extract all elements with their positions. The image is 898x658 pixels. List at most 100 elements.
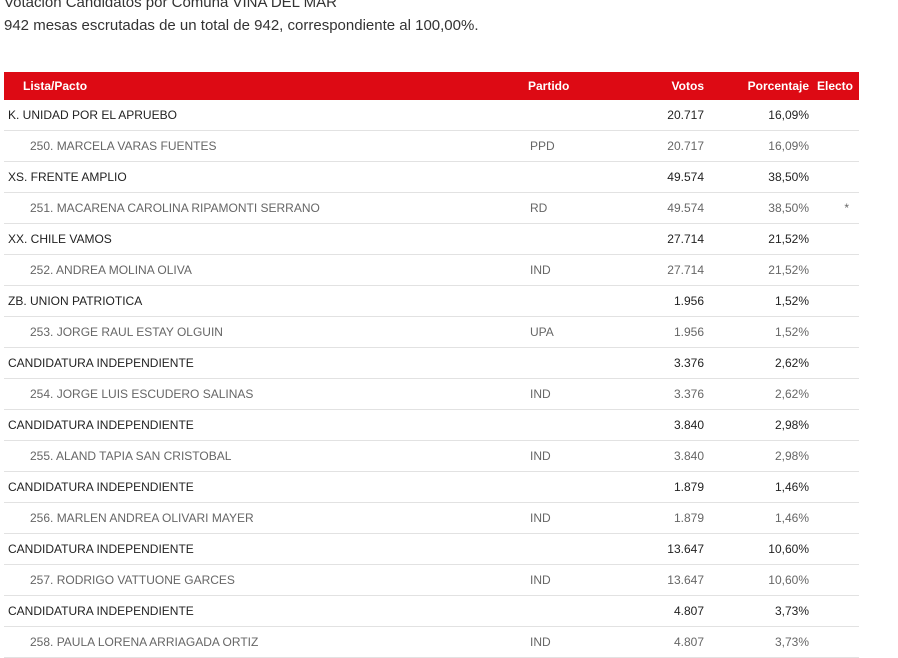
party-cell <box>528 223 608 255</box>
percentage-cell: 2,98% <box>704 440 809 472</box>
elected-cell <box>809 626 859 658</box>
party-cell <box>528 347 608 379</box>
candidate-row: 250. MARCELA VARAS FUENTES PPD 20.717 16,09… <box>4 130 859 162</box>
votes-cell: 49.574 <box>608 161 704 193</box>
elected-cell <box>809 316 859 348</box>
column-header-partido: Partido <box>528 72 608 100</box>
pacto-row: K. UNIDAD POR EL APRUEBO 20.717 16,09% <box>4 100 859 131</box>
page-subtitle: 942 mesas escrutadas de un total de 942,… <box>4 17 479 34</box>
votes-cell: 3.376 <box>608 378 704 410</box>
percentage-cell: 3,73% <box>704 626 809 658</box>
pacto-row: CANDIDATURA INDEPENDIENTE 3.840 2,98% <box>4 409 859 441</box>
party-cell <box>528 100 608 131</box>
candidate-name: 253. JORGE RAUL ESTAY OLGUIN <box>4 316 528 348</box>
pacto-row: ZB. UNION PATRIOTICA 1.956 1,52% <box>4 285 859 317</box>
party-cell <box>528 285 608 317</box>
votes-cell: 3.840 <box>608 409 704 441</box>
results-table: Lista/Pacto Partido Votos Porcentaje Ele… <box>4 72 859 658</box>
elected-cell <box>809 502 859 534</box>
votes-cell: 20.717 <box>608 100 704 131</box>
elected-cell <box>809 254 859 286</box>
column-header-votos: Votos <box>608 72 704 100</box>
percentage-cell: 2,62% <box>704 378 809 410</box>
elected-cell <box>809 285 859 317</box>
votes-cell: 3.840 <box>608 440 704 472</box>
votes-cell: 3.376 <box>608 347 704 379</box>
party-cell: IND <box>528 440 608 472</box>
table-header-row: Lista/Pacto Partido Votos Porcentaje Ele… <box>4 72 859 100</box>
percentage-cell: 1,52% <box>704 285 809 317</box>
party-cell: IND <box>528 626 608 658</box>
pacto-name: XS. FRENTE AMPLIO <box>4 161 528 193</box>
votes-cell: 4.807 <box>608 595 704 627</box>
party-cell: IND <box>528 378 608 410</box>
party-cell <box>528 471 608 503</box>
elected-cell <box>809 100 859 131</box>
candidate-name: 257. RODRIGO VATTUONE GARCES <box>4 564 528 596</box>
percentage-cell: 1,52% <box>704 316 809 348</box>
percentage-cell: 10,60% <box>704 564 809 596</box>
table-body: K. UNIDAD POR EL APRUEBO 20.717 16,09% 250.… <box>4 100 859 658</box>
pacto-name: K. UNIDAD POR EL APRUEBO <box>4 100 528 131</box>
votes-cell: 1.879 <box>608 502 704 534</box>
party-cell <box>528 595 608 627</box>
candidate-name: 252. ANDREA MOLINA OLIVA <box>4 254 528 286</box>
candidate-row: 251. MACARENA CAROLINA RIPAMONTI SERRANO… <box>4 192 859 224</box>
votes-cell: 27.714 <box>608 223 704 255</box>
pacto-name: CANDIDATURA INDEPENDIENTE <box>4 471 528 503</box>
votes-cell: 1.879 <box>608 471 704 503</box>
pacto-name: CANDIDATURA INDEPENDIENTE <box>4 595 528 627</box>
column-header-lista: Lista/Pacto <box>4 72 528 100</box>
party-cell <box>528 533 608 565</box>
elected-cell <box>809 409 859 441</box>
party-cell: IND <box>528 564 608 596</box>
percentage-cell: 10,60% <box>704 533 809 565</box>
pacto-row: CANDIDATURA INDEPENDIENTE 13.647 10,60% <box>4 533 859 565</box>
party-cell: UPA <box>528 316 608 348</box>
percentage-cell: 2,62% <box>704 347 809 379</box>
candidate-row: 253. JORGE RAUL ESTAY OLGUIN UPA 1.956 1,52… <box>4 316 859 348</box>
elected-cell <box>809 440 859 472</box>
percentage-cell: 1,46% <box>704 471 809 503</box>
votes-cell: 1.956 <box>608 285 704 317</box>
pacto-name: CANDIDATURA INDEPENDIENTE <box>4 409 528 441</box>
votes-cell: 27.714 <box>608 254 704 286</box>
elected-cell: * <box>809 192 859 224</box>
candidate-row: 252. ANDREA MOLINA OLIVA IND 27.714 21,52% <box>4 254 859 286</box>
elected-cell <box>809 161 859 193</box>
party-cell <box>528 161 608 193</box>
pacto-name: ZB. UNION PATRIOTICA <box>4 285 528 317</box>
votes-cell: 1.956 <box>608 316 704 348</box>
page-title: Votación Candidatos por Comuna VIÑA DEL … <box>4 0 337 11</box>
percentage-cell: 38,50% <box>704 192 809 224</box>
column-header-porcentaje: Porcentaje <box>704 72 809 100</box>
candidate-row: 257. RODRIGO VATTUONE GARCES IND 13.647 10,… <box>4 564 859 596</box>
elected-cell <box>809 347 859 379</box>
elected-cell <box>809 130 859 162</box>
party-cell <box>528 409 608 441</box>
candidate-row: 256. MARLEN ANDREA OLIVARI MAYER IND 1.879… <box>4 502 859 534</box>
candidate-name: 258. PAULA LORENA ARRIAGADA ORTIZ <box>4 626 528 658</box>
candidate-row: 255. ALAND TAPIA SAN CRISTOBAL IND 3.840 2,… <box>4 440 859 472</box>
candidate-name: 255. ALAND TAPIA SAN CRISTOBAL <box>4 440 528 472</box>
votes-cell: 20.717 <box>608 130 704 162</box>
percentage-cell: 38,50% <box>704 161 809 193</box>
votes-cell: 13.647 <box>608 533 704 565</box>
percentage-cell: 16,09% <box>704 100 809 131</box>
page-header: Votación Candidatos por Comuna VIÑA DEL … <box>4 0 479 35</box>
percentage-cell: 1,46% <box>704 502 809 534</box>
candidate-name: 251. MACARENA CAROLINA RIPAMONTI SERRANO <box>4 192 528 224</box>
elected-cell <box>809 533 859 565</box>
percentage-cell: 2,98% <box>704 409 809 441</box>
votes-cell: 4.807 <box>608 626 704 658</box>
pacto-row: CANDIDATURA INDEPENDIENTE 1.879 1,46% <box>4 471 859 503</box>
party-cell: IND <box>528 254 608 286</box>
percentage-cell: 21,52% <box>704 223 809 255</box>
party-cell: IND <box>528 502 608 534</box>
elected-cell <box>809 471 859 503</box>
pacto-row: XS. FRENTE AMPLIO 49.574 38,50% <box>4 161 859 193</box>
candidate-row: 258. PAULA LORENA ARRIAGADA ORTIZ IND 4.80… <box>4 626 859 658</box>
elected-cell <box>809 564 859 596</box>
pacto-name: CANDIDATURA INDEPENDIENTE <box>4 533 528 565</box>
candidate-name: 250. MARCELA VARAS FUENTES <box>4 130 528 162</box>
